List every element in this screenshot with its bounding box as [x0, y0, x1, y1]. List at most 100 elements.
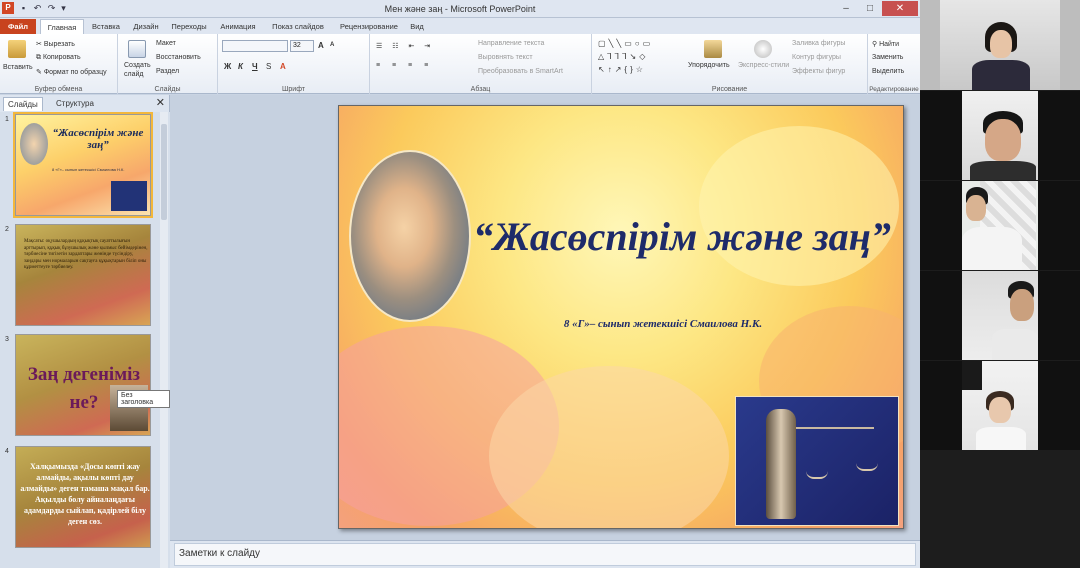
slide-subtitle[interactable]: 8 «Г»– сынып жетекшісі Смаилова Н.К.: [523, 318, 803, 330]
format-painter-button[interactable]: ✎ Формат по образцу: [36, 68, 107, 76]
slide-number: 4: [5, 448, 9, 455]
tab-file[interactable]: Файл: [0, 19, 36, 34]
new-slide-icon[interactable]: [128, 40, 146, 58]
participant-video-3[interactable]: [920, 181, 1080, 270]
new-slide-label: слайд: [124, 71, 144, 78]
thumb-text: Халқымызда «Досы көпті жау алмайды, ақыл…: [20, 462, 150, 526]
font-size-select[interactable]: 32: [290, 40, 314, 52]
slide-thumbnail-2[interactable]: Мақсаты: оқушылардың құқықтық сауаттылығ…: [15, 224, 151, 326]
participant-video-2[interactable]: [920, 91, 1080, 180]
tab-home[interactable]: Главная: [40, 19, 84, 34]
font-color-icon[interactable]: A: [280, 62, 286, 71]
shrink-font-icon[interactable]: A: [330, 42, 334, 48]
slide-title[interactable]: “Жасөспірім және заң”: [467, 212, 897, 262]
group-label-paragraph: Абзац: [470, 86, 491, 93]
shape-effects-button[interactable]: Эффекты фигур: [792, 68, 845, 75]
window-title: Мен және заң - Microsoft PowerPoint: [384, 4, 536, 14]
tab-insert[interactable]: Вставка: [86, 19, 126, 34]
layout-button[interactable]: Макет: [156, 40, 176, 47]
participant-body: [972, 60, 1030, 90]
tab-transitions[interactable]: Переходы: [166, 19, 212, 34]
tab-slideshow[interactable]: Показ слайдов: [264, 19, 332, 34]
group-label-font: Шрифт: [281, 86, 306, 93]
slide-thumbnail-1[interactable]: “Жасөспірім және заң” 8 «Г»– сынып жетек…: [13, 112, 153, 218]
slide-thumbnail-3[interactable]: Заң дегеніміз не?: [15, 334, 151, 436]
arrange-icon[interactable]: [704, 40, 722, 58]
arrange-button[interactable]: Упорядочить: [688, 62, 730, 69]
shapes-gallery-row3[interactable]: ↖↑↗{}☆: [598, 65, 646, 74]
scale-pan-right: [856, 463, 878, 471]
participant-face: [990, 30, 1012, 58]
minimize-button[interactable]: –: [834, 1, 858, 16]
align-icons[interactable]: ≡ ≡ ≡ ≡: [376, 62, 433, 69]
shapes-gallery[interactable]: ▢╲╲▭○▭: [598, 39, 653, 48]
slide-number: 2: [5, 226, 9, 233]
scale-pan-left: [806, 471, 828, 479]
list-icons[interactable]: ☰ ☷ ⇤ ⇥: [376, 42, 434, 50]
participant-video-4[interactable]: [920, 271, 1080, 360]
slide-number: 1: [5, 116, 9, 123]
smartart-button[interactable]: Преобразовать в SmartArt: [478, 68, 563, 75]
participant-face: [1010, 289, 1034, 321]
group-font: 32 A A Ж К Ч S A Шрифт: [218, 34, 370, 94]
current-slide[interactable]: “Жасөспірім және заң” 8 «Г»– сынып жетек…: [338, 105, 904, 529]
video-dark-region: [962, 361, 982, 390]
thumb-justice-image: [111, 181, 147, 211]
paste-icon[interactable]: [8, 40, 26, 58]
participant-body: [970, 161, 1036, 180]
group-label-slides: Слайды: [154, 86, 181, 93]
participant-video-5[interactable]: [920, 361, 1080, 450]
powerpoint-window: P ▪ ↶ ↷ ▾ Мен және заң - Microsoft Power…: [0, 0, 920, 568]
scrollbar-thumb[interactable]: [161, 124, 167, 220]
tab-design[interactable]: Дизайн: [128, 19, 164, 34]
underline-icon[interactable]: Ч: [252, 62, 258, 71]
section-button[interactable]: Раздел: [156, 68, 179, 75]
video-participants-strip: [920, 0, 1080, 568]
text-direction-button[interactable]: Направление текста: [478, 40, 544, 47]
new-slide-button[interactable]: Создать: [124, 62, 151, 69]
group-drawing: ▢╲╲▭○▭ △⅂⅂⅂↘◇ ↖↑↗{}☆ Упорядочить Экспрес…: [592, 34, 868, 94]
participant-body: [992, 329, 1038, 360]
copy-button[interactable]: ⧉ Копировать: [36, 54, 81, 62]
shapes-gallery-row2[interactable]: △⅂⅂⅂↘◇: [598, 52, 648, 61]
participant-video-empty: [920, 451, 1080, 568]
shape-outline-button[interactable]: Контур фигуры: [792, 54, 841, 61]
bold-icon[interactable]: Ж: [224, 62, 231, 71]
notes-input[interactable]: Заметки к слайду: [174, 543, 916, 566]
reset-button[interactable]: Восстановить: [156, 54, 201, 61]
participant-face: [989, 397, 1011, 423]
tab-slides-pane[interactable]: Слайды: [3, 97, 43, 111]
maximize-button[interactable]: □: [858, 1, 882, 16]
find-button[interactable]: ⚲ Найти: [872, 40, 899, 48]
tab-review[interactable]: Рецензирование: [334, 19, 404, 34]
cut-button[interactable]: ✂ Вырезать: [36, 40, 75, 48]
group-label-clipboard: Буфер обмена: [34, 86, 83, 93]
grow-font-icon[interactable]: A: [318, 41, 324, 50]
tab-outline-pane[interactable]: Структура: [52, 97, 98, 111]
scissors-icon: ✂: [36, 41, 44, 48]
shape-fill-button[interactable]: Заливка фигуры: [792, 40, 845, 47]
select-button[interactable]: Выделить: [872, 68, 904, 75]
slides-pane: Слайды Структура ✕ 1 “Жасөспірім және за…: [0, 95, 170, 568]
align-text-button[interactable]: Выровнять текст: [478, 54, 533, 61]
slide-thumbnail-4[interactable]: Халқымызда «Досы көпті жау алмайды, ақыл…: [15, 446, 151, 548]
replace-button[interactable]: Заменить: [872, 54, 903, 61]
slide-number: 3: [5, 336, 9, 343]
justice-statue-image[interactable]: [735, 396, 899, 526]
strikethrough-icon[interactable]: S: [266, 62, 271, 71]
decor-blob: [489, 366, 729, 528]
tab-animation[interactable]: Анимация: [214, 19, 262, 34]
italic-icon[interactable]: К: [238, 62, 243, 71]
paste-button[interactable]: Вставить: [3, 64, 33, 71]
thumb-text: Мақсаты: оқушылардың құқықтық сауаттылығ…: [24, 239, 148, 270]
quick-styles-button[interactable]: Экспресс-стили: [738, 62, 789, 69]
thumbnail-scrollbar[interactable]: [160, 112, 168, 568]
close-icon[interactable]: ✕: [156, 96, 165, 109]
quick-styles-icon[interactable]: [754, 40, 772, 58]
thumb-subtitle: 8 «Г»– сынып жетекшісі Смаилова Н.К.: [52, 167, 125, 172]
participant-body: [976, 427, 1026, 450]
close-button[interactable]: ✕: [882, 1, 918, 16]
font-name-select[interactable]: [222, 40, 288, 52]
tab-view[interactable]: Вид: [406, 19, 428, 34]
participant-video-1[interactable]: [920, 0, 1080, 90]
